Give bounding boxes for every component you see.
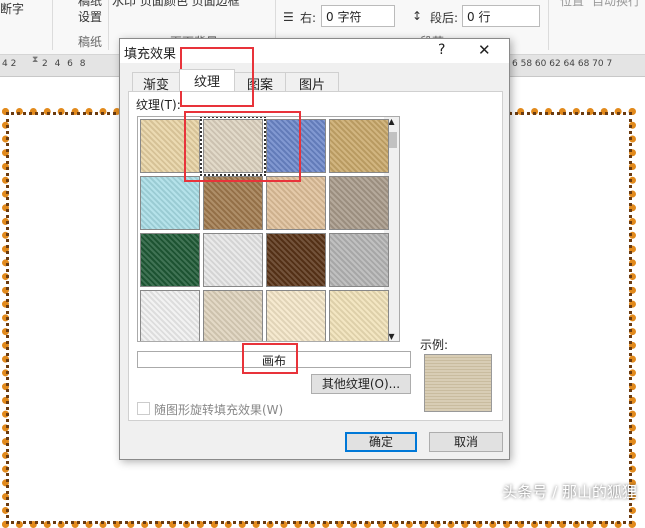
cancel-button[interactable]: 取消 [429,432,503,452]
spacing-after-value: 0 行 [467,10,491,24]
close-button[interactable]: ✕ [478,41,491,59]
indent-right-label: 右: [300,11,317,25]
texture-swatch[interactable] [266,176,326,230]
texture-swatch[interactable] [266,233,326,287]
sample-preview [424,354,492,412]
annotation-highlight-texture [184,111,301,182]
tab-texture[interactable]: 纹理 [179,69,235,91]
texture-swatch[interactable] [140,290,200,341]
other-textures-button[interactable]: 其他纹理(O)... [311,374,411,394]
rotate-checkbox[interactable] [137,402,150,415]
texture-swatch[interactable] [140,233,200,287]
spacing-after-input[interactable]: 0 行 [462,5,540,27]
annotation-highlight-name [242,343,298,374]
spacing-after-label: 段后: [430,11,459,25]
hyphenation-button[interactable]: 断字 [0,0,24,17]
tab-picture[interactable]: 图片 [285,72,339,93]
wrap-text-button[interactable]: 自动换行 [592,0,640,9]
texture-swatch[interactable] [329,119,389,173]
texture-label: 纹理(T): [136,98,181,112]
tab-gradient[interactable]: 渐变 [132,72,180,93]
ruler-left-ticks: 4 2 [2,59,17,69]
texture-swatch[interactable] [329,176,389,230]
texture-swatch[interactable] [329,233,389,287]
first-line-indent-handle[interactable]: ⧗ [32,55,38,65]
help-button[interactable]: ? [438,42,445,58]
fill-effects-dialog: 填充效果 ? ✕ 渐变 纹理 图案 图片 纹理(T): ▲ ▼ 画布 其他纹理(… [119,38,510,460]
page-background-buttons[interactable]: 水印 页面颜色 页面边框 [112,0,240,9]
spacing-after-icon: ↕ [412,9,423,23]
texture-swatch[interactable] [140,176,200,230]
ruler-ticks-right: 6 58 60 62 64 68 70 7 [512,59,613,69]
rotate-checkbox-label: 随图形旋转填充效果(W) [154,403,284,417]
manuscript-setup-line2[interactable]: 设置 [78,8,102,25]
ok-button[interactable]: 确定 [345,432,417,452]
texture-swatch[interactable] [329,290,389,341]
watermark: 头条号 / 那山的狐狸 [502,483,637,501]
sample-label: 示例: [420,338,449,352]
texture-swatch[interactable] [266,290,326,341]
texture-swatch[interactable] [203,176,263,230]
indent-right-input[interactable]: 0 字符 [321,5,395,27]
indent-right-value: 0 字符 [326,10,362,24]
dialog-title: 填充效果 [124,47,177,62]
texture-swatch[interactable] [203,233,263,287]
manuscript-group-label: 稿纸 [78,35,103,49]
dialog-titlebar: 填充效果 ? ✕ [120,39,509,63]
ruler-ticks-left: 2 4 6 8 [42,59,86,69]
texture-swatch[interactable] [203,290,263,341]
position-button[interactable]: 位置 [560,0,584,9]
indent-right-icon: ☰ [283,10,294,24]
